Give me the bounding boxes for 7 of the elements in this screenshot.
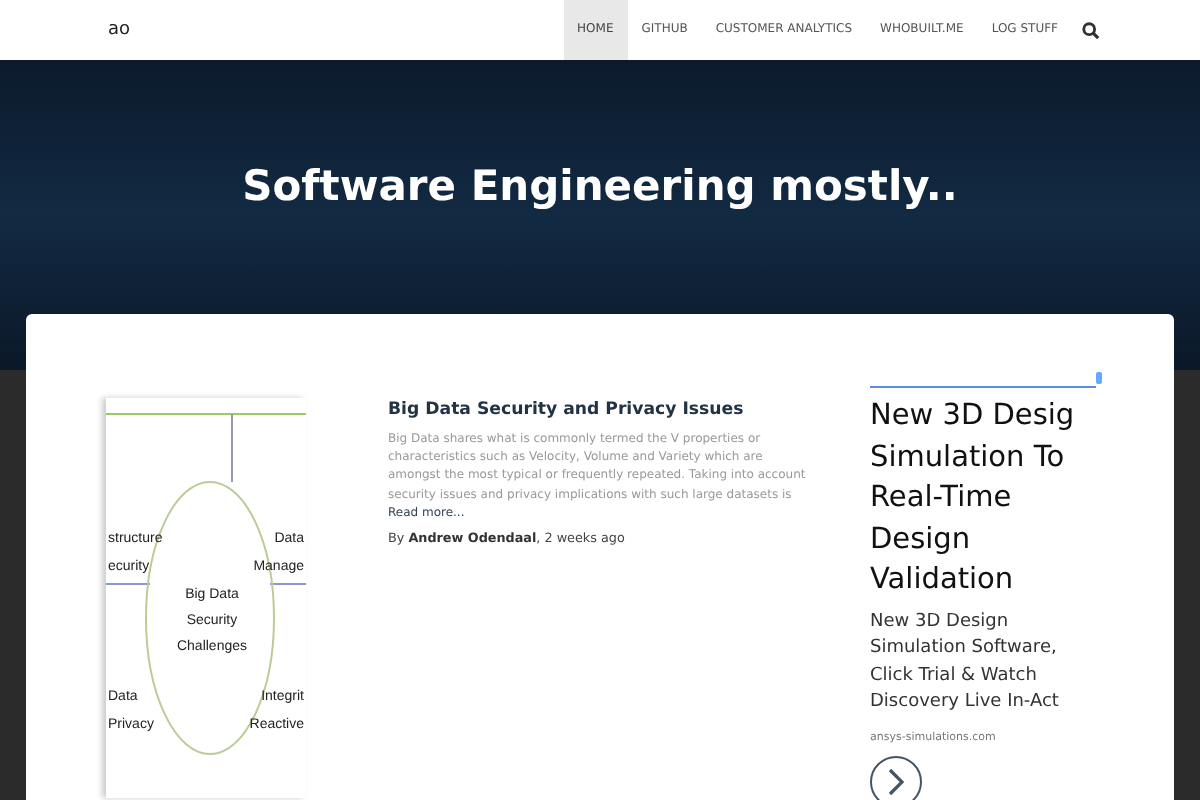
post-title[interactable]: Big Data Security and Privacy Issues [388,400,818,420]
chevron-icon [884,768,908,797]
hero-title: Software Engineering mostly.. [242,162,958,214]
ad-headline[interactable]: New 3D Desig Simulation To Real-Time Design Validation [870,396,1110,602]
ad-description: New 3D Design Simulation Software, Click Trial & Watch Discovery Live In-Act [870,609,1061,716]
brand-link[interactable]: ao [108,20,131,40]
arrow-button[interactable] [870,756,922,800]
